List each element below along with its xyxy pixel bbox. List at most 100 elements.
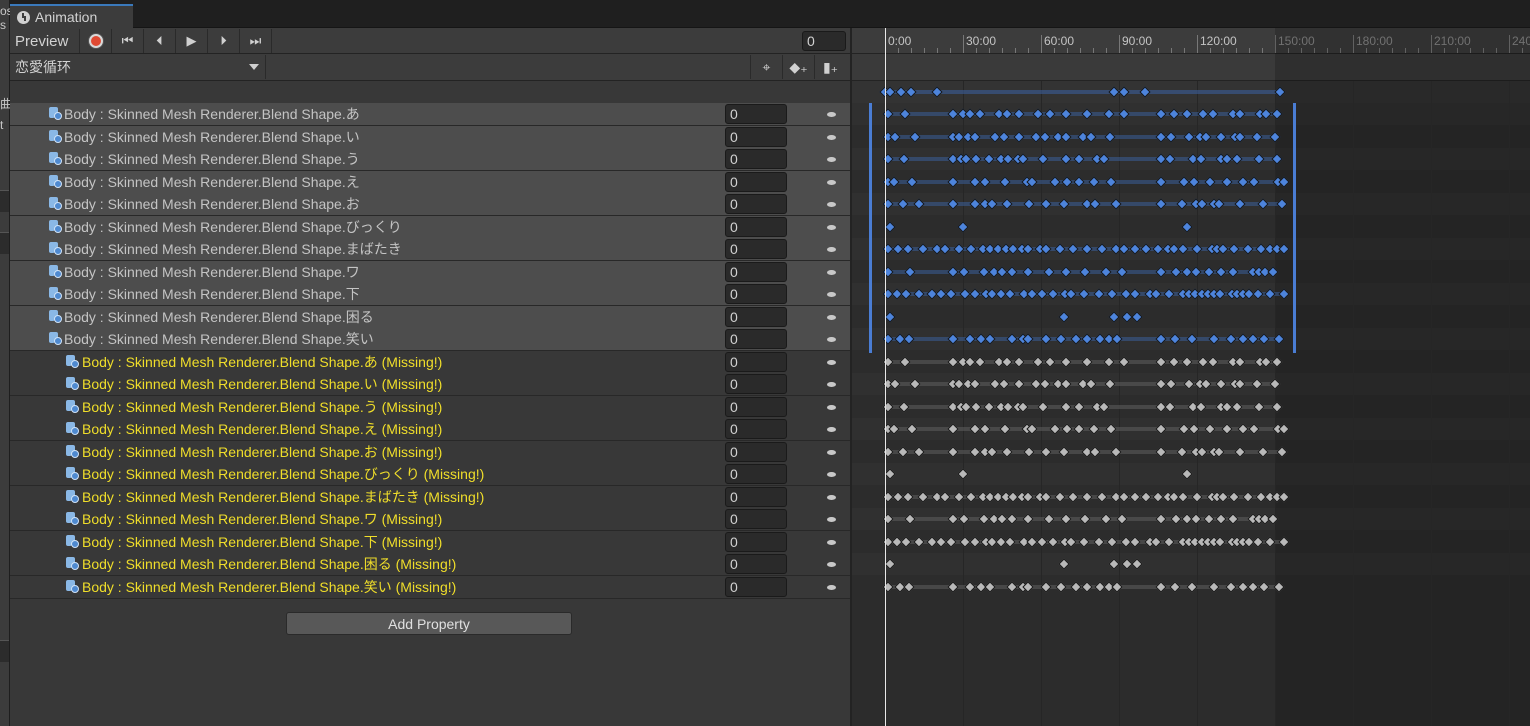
prev-key-button[interactable]: ⏴	[144, 29, 176, 53]
property-value-field[interactable]: 0	[725, 486, 787, 507]
property-options-icon[interactable]	[827, 134, 836, 140]
property-value-field[interactable]: 0	[725, 396, 787, 417]
property-row[interactable]: Body : Skinned Mesh Renderer.Blend Shape…	[10, 553, 850, 575]
property-value-field[interactable]: 0	[725, 306, 787, 327]
skinned-mesh-icon	[66, 557, 79, 570]
property-options-icon[interactable]	[827, 337, 836, 342]
property-row[interactable]: Body : Skinned Mesh Renderer.Blend Shape…	[10, 215, 850, 238]
property-options-icon[interactable]	[827, 179, 836, 185]
next-key-button[interactable]: ⏵	[208, 29, 240, 53]
property-value-field[interactable]: 0	[725, 216, 787, 237]
property-value-field[interactable]: 0	[725, 261, 787, 282]
property-options-icon[interactable]	[827, 112, 836, 117]
dopesheet[interactable]: 0:00 30:00 60:00 90:00 120:00 150:00 180:00 210…	[852, 28, 1530, 726]
property-row[interactable]: Body : Skinned Mesh Renderer.Blend Shape…	[10, 395, 850, 418]
summary-row	[10, 81, 850, 103]
property-options-icon[interactable]	[827, 449, 836, 455]
skinned-mesh-icon	[49, 174, 62, 188]
property-value-field[interactable]: 0	[725, 419, 787, 439]
property-options-icon[interactable]	[827, 359, 836, 365]
property-options-icon[interactable]	[827, 404, 836, 410]
property-options-icon[interactable]	[827, 224, 836, 230]
property-options-icon[interactable]	[827, 382, 836, 387]
property-row[interactable]: Body : Skinned Mesh Renderer.Blend Shape…	[10, 530, 850, 553]
property-options-icon[interactable]	[827, 472, 836, 477]
property-value-field[interactable]: 0	[725, 509, 787, 529]
property-options-icon[interactable]	[827, 202, 836, 207]
property-value-field[interactable]: 0	[725, 329, 787, 349]
add-property-button[interactable]: Add Property	[286, 612, 572, 635]
property-value-field[interactable]: 0	[725, 531, 787, 552]
skinned-mesh-icon	[49, 287, 62, 300]
property-value-field[interactable]: 0	[725, 239, 787, 259]
property-row[interactable]: Body : Skinned Mesh Renderer.Blend Shape…	[10, 440, 850, 463]
summary-span	[885, 90, 1281, 94]
property-row[interactable]: Body : Skinned Mesh Renderer.Blend Shape…	[10, 238, 850, 260]
property-options-icon[interactable]	[827, 427, 836, 432]
property-row[interactable]: Body : Skinned Mesh Renderer.Blend Shape…	[10, 283, 850, 305]
selection-range-handle[interactable]	[1293, 103, 1297, 353]
property-value-field[interactable]: 0	[725, 104, 787, 124]
property-options-icon[interactable]	[827, 562, 836, 567]
property-row[interactable]: Body : Skinned Mesh Renderer.Blend Shape…	[10, 350, 850, 373]
tab-animation[interactable]: Animation	[10, 4, 133, 28]
property-label: Body : Skinned Mesh Renderer.Blend Shape…	[64, 173, 360, 190]
property-options-icon[interactable]	[827, 292, 836, 297]
property-options-icon[interactable]	[827, 314, 836, 320]
property-row[interactable]: Body : Skinned Mesh Renderer.Blend Shape…	[10, 373, 850, 395]
background-text: 曲	[0, 97, 10, 111]
property-row[interactable]: Body : Skinned Mesh Renderer.Blend Shape…	[10, 485, 850, 508]
selection-range-handle[interactable]	[869, 103, 873, 353]
property-value-field[interactable]: 0	[725, 464, 787, 484]
property-options-icon[interactable]	[827, 517, 836, 522]
property-options-icon[interactable]	[827, 494, 836, 500]
property-label: Body : Skinned Mesh Renderer.Blend Shape…	[82, 376, 443, 392]
tick-label: 90:00	[1122, 34, 1153, 48]
property-row[interactable]: Body : Skinned Mesh Renderer.Blend Shape…	[10, 260, 850, 283]
playhead[interactable]	[885, 28, 886, 726]
property-value-field[interactable]: 0	[725, 171, 787, 192]
property-row[interactable]: Body : Skinned Mesh Renderer.Blend Shape…	[10, 193, 850, 215]
property-value-field[interactable]: 0	[725, 374, 787, 394]
clip-dropdown[interactable]: 恋愛循环	[10, 55, 266, 79]
property-options-icon[interactable]	[827, 157, 836, 162]
property-row[interactable]: Body : Skinned Mesh Renderer.Blend Shape…	[10, 508, 850, 530]
last-key-button[interactable]: ⏭	[240, 29, 272, 53]
first-key-button[interactable]: ⏮	[112, 29, 144, 53]
property-value-field[interactable]: 0	[725, 351, 787, 372]
property-value-field[interactable]: 0	[725, 441, 787, 462]
property-row[interactable]: Body : Skinned Mesh Renderer.Blend Shape…	[10, 125, 850, 148]
property-options-icon[interactable]	[827, 584, 836, 590]
property-value-field[interactable]: 0	[725, 126, 787, 147]
crosshair-icon: ⌖	[762, 58, 771, 75]
skip-to-start-icon: ⏮	[121, 33, 134, 48]
property-row[interactable]: Body : Skinned Mesh Renderer.Blend Shape…	[10, 170, 850, 193]
property-options-icon[interactable]	[827, 247, 836, 252]
play-button[interactable]: ▶	[176, 29, 208, 53]
property-row[interactable]: Body : Skinned Mesh Renderer.Blend Shape…	[10, 418, 850, 440]
property-row[interactable]: Body : Skinned Mesh Renderer.Blend Shape…	[10, 148, 850, 170]
property-row[interactable]: Body : Skinned Mesh Renderer.Blend Shape…	[10, 305, 850, 328]
property-label: Body : Skinned Mesh Renderer.Blend Shape…	[82, 443, 443, 460]
property-options-icon[interactable]	[827, 539, 836, 545]
property-value-field[interactable]: 0	[725, 284, 787, 304]
add-keyframe-button[interactable]: ◆₊	[782, 55, 814, 79]
keyframe-snap-button[interactable]: ⌖	[750, 55, 782, 79]
preview-button[interactable]: Preview	[10, 29, 80, 53]
frame-field[interactable]: 0	[802, 31, 846, 51]
property-row[interactable]: Body : Skinned Mesh Renderer.Blend Shape…	[10, 463, 850, 485]
property-value-field[interactable]: 0	[725, 194, 787, 214]
property-row[interactable]: Body : Skinned Mesh Renderer.Blend Shape…	[10, 103, 850, 125]
skinned-mesh-icon	[66, 534, 79, 548]
skinned-mesh-icon	[66, 489, 79, 503]
add-event-button[interactable]: ▮₊	[814, 55, 846, 79]
property-row[interactable]: Body : Skinned Mesh Renderer.Blend Shape…	[10, 328, 850, 350]
property-value-field[interactable]: 0	[725, 576, 787, 597]
property-options-icon[interactable]	[827, 269, 836, 275]
property-row[interactable]: Body : Skinned Mesh Renderer.Blend Shape…	[10, 575, 850, 598]
record-button[interactable]	[80, 29, 112, 53]
property-value-field[interactable]: 0	[725, 149, 787, 169]
skinned-mesh-icon	[66, 444, 79, 458]
property-value-field[interactable]: 0	[725, 554, 787, 574]
property-label: Body : Skinned Mesh Renderer.Blend Shape…	[82, 421, 443, 437]
